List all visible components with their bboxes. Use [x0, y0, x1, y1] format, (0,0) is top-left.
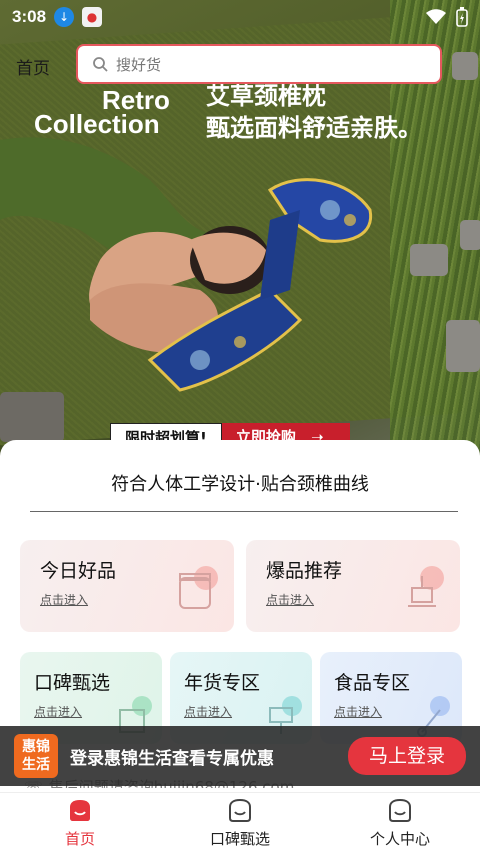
divider	[30, 511, 458, 512]
model-with-pillow-image	[0, 137, 373, 392]
status-bar: 3:08 ↓ ●	[0, 0, 480, 34]
download-icon: ↓	[54, 7, 75, 27]
tab-home[interactable]: 首页	[0, 793, 160, 854]
search-placeholder: 搜好货	[116, 55, 162, 74]
login-banner: 惠锦 生活 登录惠锦生活查看专属优惠 马上登录	[0, 726, 480, 786]
headline-line-2: 甄选面料舒适亲肤。	[206, 114, 422, 142]
tab-label: 首页	[64, 830, 95, 848]
banner-headline: 艾草颈椎枕 甄选面料舒适亲肤。	[206, 80, 422, 144]
stone	[410, 244, 448, 276]
login-button[interactable]: 马上登录	[348, 737, 466, 775]
app-logo: 惠锦 生活	[14, 734, 58, 778]
tab-label: 个人中心	[369, 830, 430, 848]
bottom-tab-bar: 首页 口碑甄选 个人中心	[0, 792, 480, 854]
status-time: 3:08	[12, 7, 47, 26]
battery-icon	[456, 7, 468, 27]
tile-title: 食品专区	[334, 672, 411, 694]
brand-line-2: Collection	[34, 109, 160, 139]
jar-icon	[179, 566, 218, 609]
stone	[460, 220, 480, 250]
home-label: 首页	[16, 59, 50, 79]
tab-reputation[interactable]: 口碑甄选	[160, 793, 320, 854]
scale-icon	[408, 566, 444, 607]
profile-icon	[389, 798, 411, 822]
tile-today-picks[interactable]: 今日好品 点击进入	[20, 540, 234, 632]
home-icon	[70, 800, 90, 821]
stone	[452, 52, 478, 80]
headline-line-1: 艾草颈椎枕	[206, 82, 326, 110]
slogan: 符合人体工学设计·贴合颈椎曲线	[111, 474, 369, 495]
stone	[446, 320, 480, 372]
tab-label: 口碑甄选	[209, 830, 270, 848]
tab-profile[interactable]: 个人中心	[320, 793, 480, 854]
login-prompt-text: 登录惠锦生活查看专属优惠	[70, 748, 274, 769]
tile-hot-picks[interactable]: 爆品推荐 点击进入	[246, 540, 460, 632]
tile-title: 口碑甄选	[34, 672, 111, 694]
bag-icon	[229, 798, 251, 822]
tile-title: 年货专区	[184, 672, 261, 694]
wifi-icon	[426, 9, 446, 24]
search-icon	[93, 57, 108, 72]
brand-wordmark: Retro Collection	[34, 87, 170, 139]
app-notification-icon: ●	[82, 7, 103, 27]
search-bar[interactable]: 搜好货	[76, 44, 442, 84]
